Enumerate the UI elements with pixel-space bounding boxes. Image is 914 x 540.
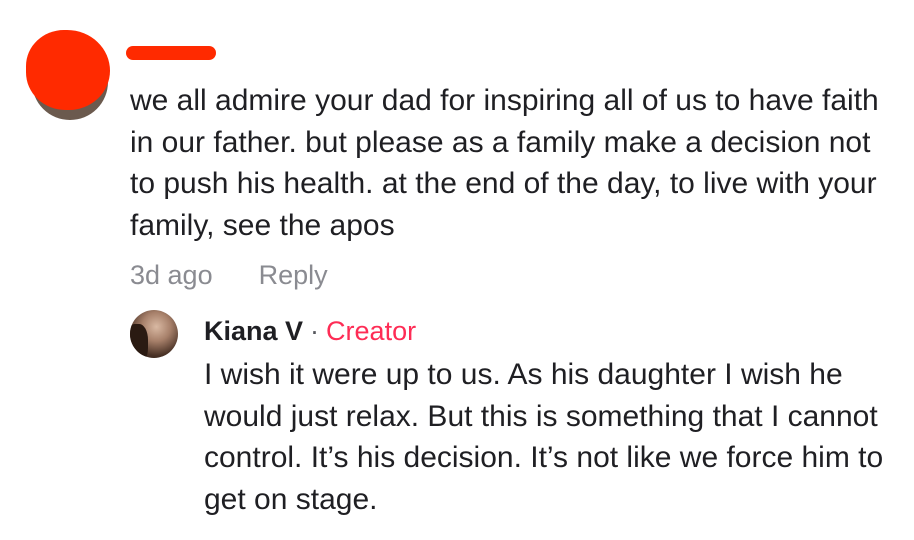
comment-text: we all admire your dad for inspiring all… <box>130 84 879 242</box>
creator-badge: Creator <box>326 316 417 346</box>
creator-avatar[interactable] <box>130 310 178 358</box>
comment-timestamp: 3d ago <box>130 260 213 290</box>
user-avatar[interactable] <box>26 30 110 120</box>
reply-text: I wish it were up to us. As his daughter… <box>204 358 884 516</box>
avatar-redaction <box>26 30 110 110</box>
reply-button[interactable]: Reply <box>259 258 328 292</box>
separator-dot: · <box>310 316 320 346</box>
reply-author-name[interactable]: Kiana V <box>204 314 303 348</box>
reply-header: Kiana V · Creator <box>204 314 416 348</box>
username-redaction <box>126 46 216 60</box>
avatar-image <box>130 324 148 358</box>
comment-meta: 3d ago Reply <box>130 258 328 292</box>
